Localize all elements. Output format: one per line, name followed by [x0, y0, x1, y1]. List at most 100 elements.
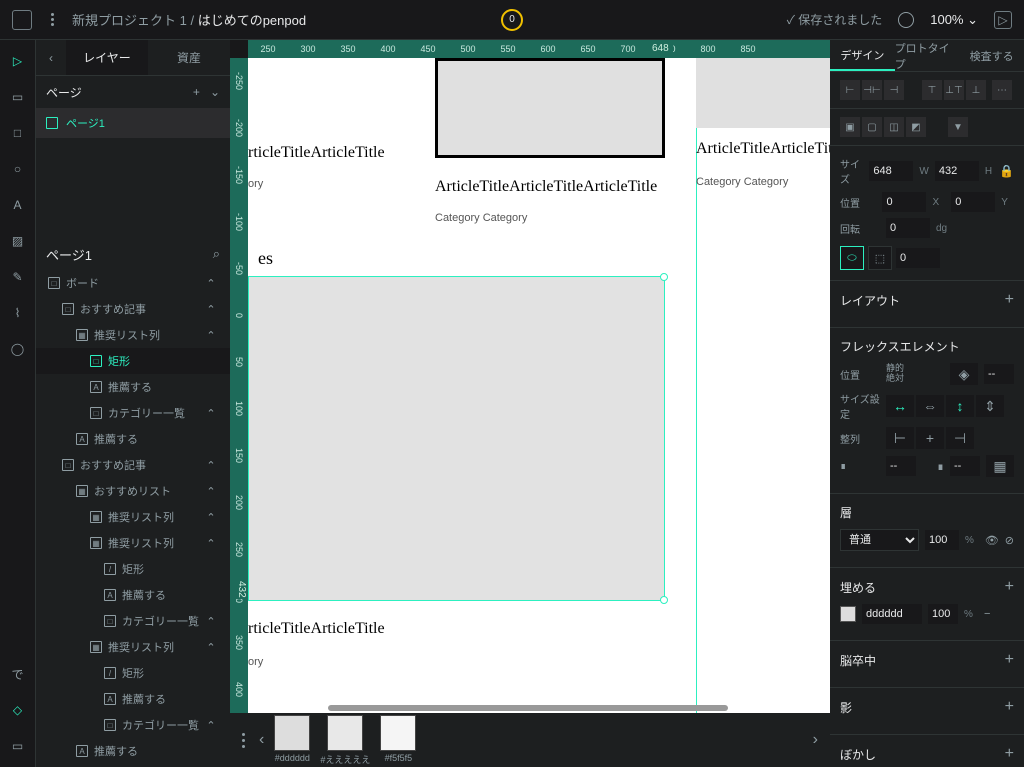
fill-color-swatch[interactable]: [840, 606, 856, 622]
bool-union-icon[interactable]: ▣: [840, 117, 860, 137]
z-index-icon[interactable]: ◈: [950, 363, 978, 385]
history-icon[interactable]: [898, 12, 914, 28]
margin-mode-icon[interactable]: ▦: [986, 455, 1014, 477]
sizing-fill-v-icon[interactable]: ↕: [946, 395, 974, 417]
layer-row[interactable]: A推薦する: [36, 686, 230, 712]
bool-intersect-icon[interactable]: ◫: [884, 117, 904, 137]
layer-row[interactable]: ▦おすすめリスト⌃: [36, 478, 230, 504]
sizing-fixed-v-icon[interactable]: ⇕: [976, 395, 1004, 417]
canvas-scrollbar-h[interactable]: [328, 705, 728, 711]
sizing-fill-h-icon[interactable]: ↔: [886, 395, 914, 417]
collapse-left-icon[interactable]: ‹: [36, 40, 66, 75]
add-shadow-icon[interactable]: +: [1005, 698, 1014, 716]
penpot-logo[interactable]: [12, 10, 32, 30]
tab-design[interactable]: デザイン: [830, 40, 895, 71]
history-panel-icon[interactable]: ▭: [9, 737, 27, 755]
layer-row[interactable]: □カテゴリー一覧⌃: [36, 712, 230, 738]
tab-assets[interactable]: 資産: [148, 40, 230, 75]
layer-row[interactable]: /矩形: [36, 660, 230, 686]
layer-row[interactable]: □ボード⌃: [36, 270, 230, 296]
add-stroke-icon[interactable]: +: [1005, 651, 1014, 669]
align-self-center-icon[interactable]: +: [916, 427, 944, 449]
align-self-end-icon[interactable]: ⊣: [946, 427, 974, 449]
path-tool[interactable]: ⌇: [9, 304, 27, 322]
layer-row[interactable]: □カテゴリー一覧⌃: [36, 608, 230, 634]
bool-subtract-icon[interactable]: ▢: [862, 117, 882, 137]
blend-mode-select[interactable]: 普通: [840, 529, 919, 551]
rotation-input[interactable]: [886, 218, 930, 238]
align-more-icon[interactable]: ⋯: [992, 80, 1012, 100]
add-page-icon[interactable]: +: [193, 85, 200, 99]
visibility-icon[interactable]: 👁: [985, 534, 999, 547]
layer-row[interactable]: □矩形: [36, 348, 230, 374]
palette-prev-icon[interactable]: ‹: [259, 731, 264, 749]
lock-layer-icon[interactable]: ⊘: [1005, 534, 1014, 547]
rect-tool[interactable]: □: [9, 124, 27, 142]
collapse-pages-icon[interactable]: ⌄: [210, 85, 220, 99]
layer-row[interactable]: /矩形: [36, 556, 230, 582]
fill-opacity-input[interactable]: [928, 604, 958, 624]
palette-menu-icon[interactable]: [242, 733, 245, 748]
tab-layers[interactable]: レイヤー: [66, 40, 148, 75]
x-input[interactable]: [882, 192, 926, 212]
align-bottom-icon[interactable]: ⊥: [966, 80, 986, 100]
align-top-icon[interactable]: ⊤: [922, 80, 942, 100]
sizing-fixed-h-icon[interactable]: ⇔: [916, 395, 944, 417]
layer-row[interactable]: A推薦する: [36, 426, 230, 452]
lock-aspect-icon[interactable]: 🔒: [999, 164, 1014, 178]
image-tool[interactable]: ▨: [9, 232, 27, 250]
tab-prototype[interactable]: プロトタイプ: [895, 40, 960, 71]
z-index-input[interactable]: [984, 364, 1014, 384]
layer-row[interactable]: □おすすめ記事⌃: [36, 452, 230, 478]
layer-opacity-input[interactable]: [925, 530, 959, 550]
main-menu-icon[interactable]: [44, 12, 60, 28]
selected-shape[interactable]: [248, 276, 665, 601]
align-right-icon[interactable]: ⊣: [884, 80, 904, 100]
bool-exclude-icon[interactable]: ◩: [906, 117, 926, 137]
color-swatch[interactable]: #えええええ: [320, 715, 370, 766]
shortcuts-icon[interactable]: で: [9, 665, 27, 683]
palette-next-icon[interactable]: ›: [813, 731, 818, 749]
flatten-icon[interactable]: ▼: [948, 117, 968, 137]
align-vcenter-icon[interactable]: ⊥⊤: [944, 80, 964, 100]
view-mode-button[interactable]: ▷: [994, 11, 1012, 29]
radius-input[interactable]: [896, 248, 940, 268]
color-swatch[interactable]: #dddddd: [274, 715, 310, 766]
layer-row[interactable]: A推薦する: [36, 738, 230, 764]
radius-all-icon[interactable]: ⬭: [840, 246, 864, 270]
layer-row[interactable]: □カテゴリー一覧⌃: [36, 400, 230, 426]
y-input[interactable]: [951, 192, 995, 212]
align-left-icon[interactable]: ⊢: [840, 80, 860, 100]
width-input[interactable]: [869, 161, 913, 181]
text-tool[interactable]: A: [9, 196, 27, 214]
add-fill-icon[interactable]: +: [1005, 578, 1014, 596]
align-hcenter-icon[interactable]: ⊣⊢: [862, 80, 882, 100]
align-self-start-icon[interactable]: ⊢: [886, 427, 914, 449]
remove-fill-icon[interactable]: −: [984, 608, 990, 620]
add-blur-icon[interactable]: +: [1005, 745, 1014, 763]
zoom-select[interactable]: 100% ⌄: [930, 12, 978, 28]
users-badge[interactable]: 0: [501, 9, 523, 31]
move-tool[interactable]: ▷: [9, 52, 27, 70]
palette-icon[interactable]: ◇: [9, 701, 27, 719]
layer-row[interactable]: □おすすめ記事⌃: [36, 296, 230, 322]
radius-individual-icon[interactable]: ⬚: [868, 246, 892, 270]
add-layout-icon[interactable]: +: [1005, 291, 1014, 309]
comment-tool[interactable]: ◯: [9, 340, 27, 358]
fill-hex-input[interactable]: [862, 604, 922, 624]
height-input[interactable]: [935, 161, 979, 181]
layer-row[interactable]: ▦推奨リスト列⌃: [36, 504, 230, 530]
layer-row[interactable]: ▦推奨リスト列⌃: [36, 634, 230, 660]
layer-row[interactable]: A推薦する: [36, 374, 230, 400]
ellipse-tool[interactable]: ○: [9, 160, 27, 178]
canvas[interactable]: 250300350400450500550600650700750800850 …: [230, 40, 830, 767]
color-swatch[interactable]: #f5f5f5: [380, 715, 416, 766]
curve-tool[interactable]: ✎: [9, 268, 27, 286]
layer-row[interactable]: ▦推奨リスト列⌃: [36, 530, 230, 556]
tab-inspect[interactable]: 検査する: [959, 40, 1024, 71]
layer-row[interactable]: A推薦する: [36, 582, 230, 608]
page-item[interactable]: ページ1: [36, 108, 230, 138]
search-layers-icon[interactable]: ⌕: [213, 246, 220, 262]
layer-row[interactable]: ▦推奨リスト列⌃: [36, 322, 230, 348]
frame-tool[interactable]: ▭: [9, 88, 27, 106]
